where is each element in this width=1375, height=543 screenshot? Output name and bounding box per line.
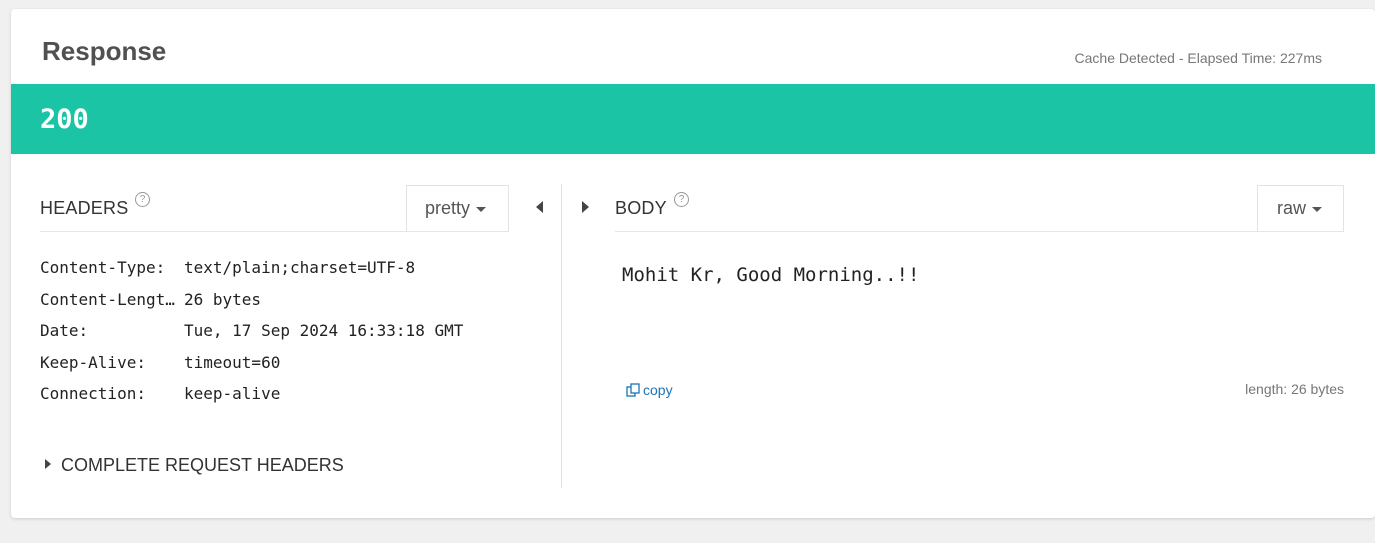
- caret-right-icon: [45, 459, 51, 470]
- headers-format-value: pretty: [425, 198, 471, 218]
- header-value: text/plain;charset=UTF-8: [184, 258, 416, 277]
- collapse-left-icon[interactable]: [536, 201, 543, 213]
- panel-divider[interactable]: [561, 184, 562, 488]
- header-value: keep-alive: [184, 384, 281, 403]
- header-value: 26 bytes: [184, 289, 262, 309]
- headers-divider: [40, 231, 509, 232]
- chevron-down-icon: [1312, 206, 1323, 212]
- question-circle-icon[interactable]: ?: [135, 192, 150, 207]
- response-card: Response Cache Detected - Elapsed Time: …: [11, 9, 1375, 518]
- body-length: length: 26 bytes: [1245, 381, 1344, 397]
- status-code: 200: [40, 104, 89, 135]
- question-circle-icon[interactable]: ?: [674, 192, 689, 207]
- body-format-value: raw: [1277, 198, 1307, 218]
- header-row: Content-Type: text/plain;charset=UTF-8: [40, 258, 463, 290]
- copy-label: copy: [643, 382, 673, 398]
- header-row: Date: Tue, 17 Sep 2024 16:33:18 GMT: [40, 321, 463, 353]
- header-key: Keep-Alive:: [40, 352, 146, 372]
- header-row: Connection: keep-alive: [40, 384, 463, 416]
- header-row: Keep-Alive: timeout=60: [40, 353, 463, 385]
- elapsed-time: Cache Detected - Elapsed Time: 227ms: [1074, 50, 1322, 66]
- complete-request-headers-toggle[interactable]: COMPLETE REQUEST HEADERS: [45, 455, 344, 476]
- header-key: Content-Type:: [40, 258, 166, 277]
- body-label: BODY: [615, 198, 667, 218]
- status-bar: 200: [11, 84, 1375, 154]
- chevron-down-icon: [476, 206, 487, 212]
- header-value: timeout=60: [184, 352, 281, 372]
- copy-button[interactable]: copy: [626, 382, 673, 398]
- headers-format-dropdown[interactable]: pretty: [406, 185, 509, 231]
- collapse-right-icon[interactable]: [582, 201, 589, 213]
- header-row: Content-Length: 26 bytes: [40, 290, 463, 322]
- headers-table: Content-Type: text/plain;charset=UTF-8 C…: [40, 258, 463, 416]
- body-format-dropdown[interactable]: raw: [1257, 185, 1344, 231]
- copy-icon: [626, 383, 640, 397]
- response-title: Response: [42, 36, 167, 66]
- complete-request-headers-label: COMPLETE REQUEST HEADERS: [61, 455, 344, 475]
- body-divider: [615, 231, 1344, 232]
- header-key: Content-Length:: [40, 289, 184, 309]
- response-body: Mohit Kr, Good Morning..!!: [622, 264, 920, 286]
- header-key: Date:: [40, 321, 89, 340]
- header-key: Connection:: [40, 384, 146, 403]
- header-value: Tue, 17 Sep 2024 16:33:18 GMT: [184, 321, 464, 340]
- headers-label: HEADERS: [40, 198, 129, 218]
